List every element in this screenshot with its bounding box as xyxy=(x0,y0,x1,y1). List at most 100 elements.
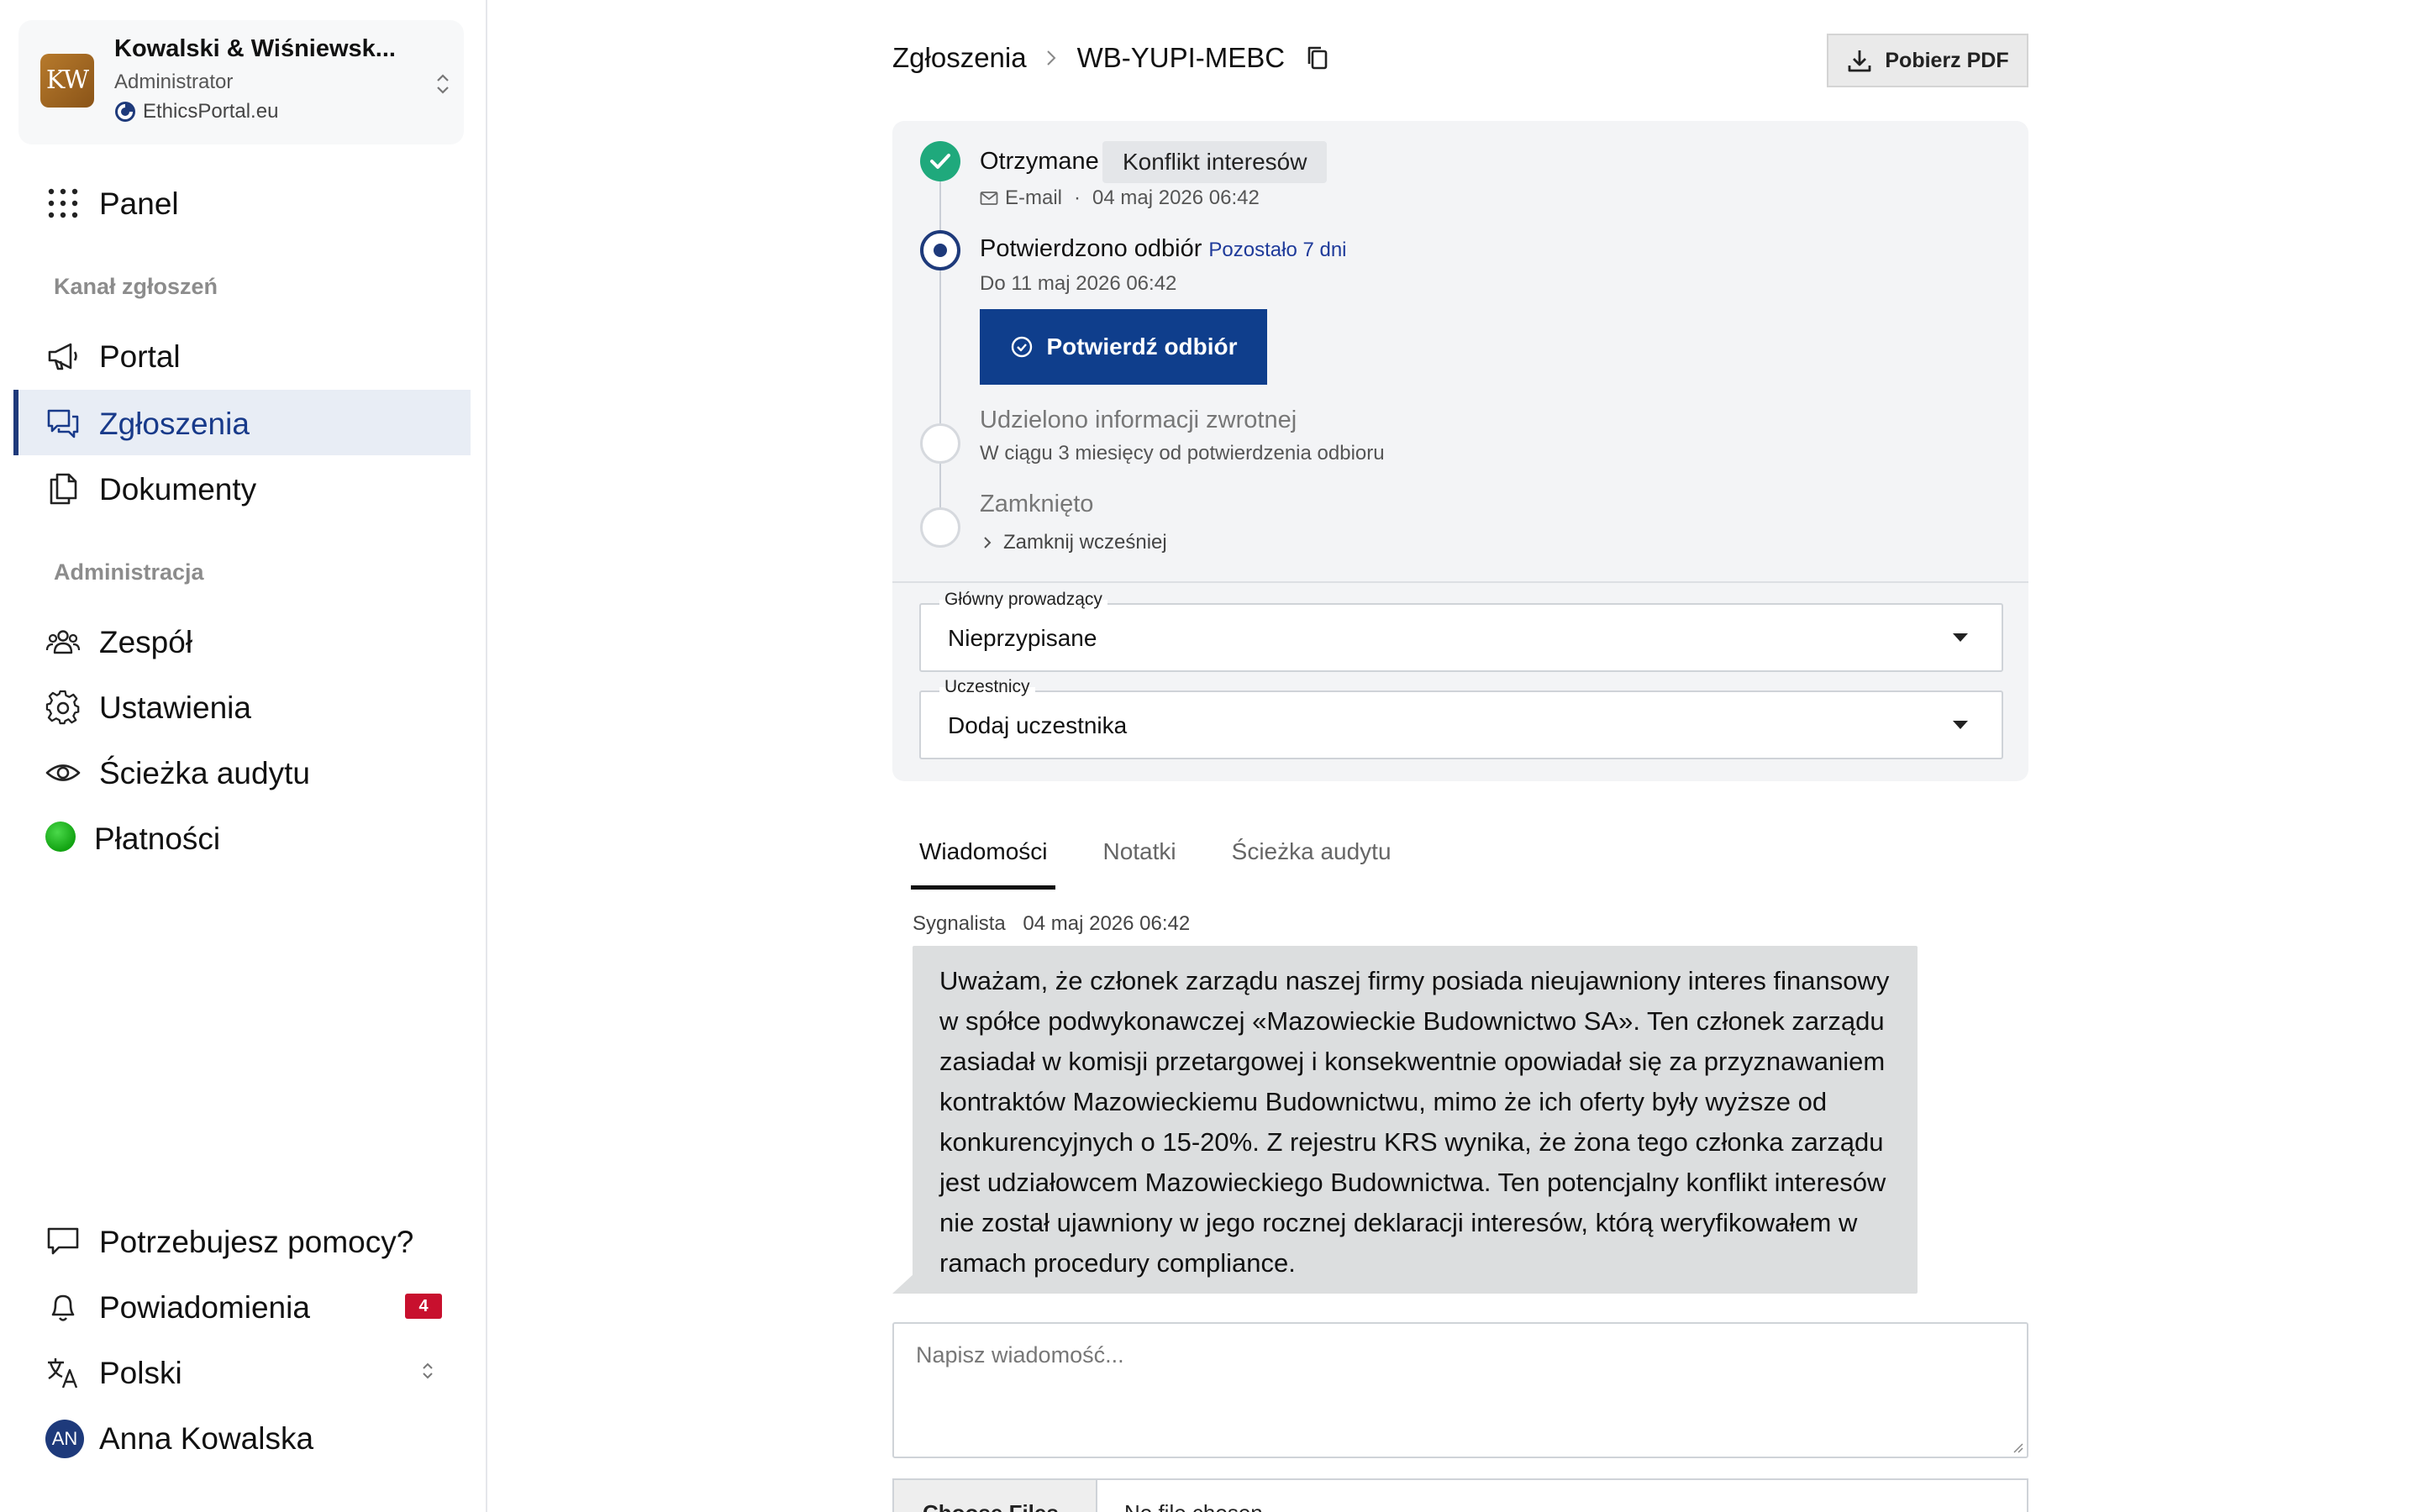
sidebar-item-label: Zespół xyxy=(99,625,193,659)
confirm-receipt-label: Potwierdź odbiór xyxy=(1046,333,1238,360)
step-pending-indicator xyxy=(920,423,960,464)
received-date: 04 maj 2026 06:42 xyxy=(1092,186,1260,209)
download-pdf-button[interactable]: Pobierz PDF xyxy=(1827,34,2028,87)
message-input[interactable]: Napisz wiadomość... xyxy=(892,1322,2028,1458)
sidebar-item-label: Portal xyxy=(99,339,181,374)
mail-icon xyxy=(980,192,998,205)
org-portal-name: EthicsPortal.eu xyxy=(143,100,279,123)
breadcrumb-root-link[interactable]: Zgłoszenia xyxy=(892,42,1027,74)
message-meta: Sygnalista 04 maj 2026 06:42 xyxy=(913,912,1190,936)
copy-icon[interactable] xyxy=(1303,44,1332,72)
documents-icon xyxy=(50,473,77,505)
org-switcher[interactable]: KW Kowalski & Wiśniewsk... Administrator… xyxy=(18,20,464,144)
step-feedback-title: Udzielono informacji zwrotnej xyxy=(980,407,1297,433)
step-confirmed-title-row: Potwierdzono odbiór Pozostało 7 dni xyxy=(980,235,1347,263)
tab-notes[interactable]: Notatki xyxy=(1094,823,1184,890)
portal-logo-icon xyxy=(115,102,135,122)
remaining-days: Pozostało 7 dni xyxy=(1208,239,1347,261)
eye-icon xyxy=(45,764,81,781)
lead-handler-label: Główny prowadzący xyxy=(939,590,1107,610)
sidebar-item-user[interactable]: AN Anna Kowalska xyxy=(13,1404,471,1470)
sidebar-item-label: Panel xyxy=(99,186,179,221)
team-icon xyxy=(45,630,81,654)
category-tag: Konflikt interesów xyxy=(1102,141,1328,183)
section-title-channel: Kanał zgłoszeń xyxy=(54,274,218,299)
sidebar-item-label: Ustawienia xyxy=(99,690,251,725)
org-portal: EthicsPortal.eu xyxy=(114,100,278,123)
section-title-admin: Administracja xyxy=(54,559,204,585)
sidebar-item-label: Powiadomienia xyxy=(99,1290,310,1325)
sidebar-item-team[interactable]: Zespół xyxy=(13,608,471,674)
participants-value: Dodaj uczestnika xyxy=(948,712,1128,738)
case-id: WB-YUPI-MEBC xyxy=(1076,42,1286,73)
translate-icon xyxy=(48,1358,78,1389)
file-status: No file chosen xyxy=(1124,1500,1263,1512)
timeline-connector xyxy=(939,464,941,507)
tab-audit[interactable]: Ścieżka audytu xyxy=(1223,823,1400,890)
step-confirmed-deadline: Do 11 maj 2026 06:42 xyxy=(980,272,1177,295)
check-circle-icon xyxy=(1012,336,1033,358)
message-bubble: Uważam, że członek zarządu naszej firmy … xyxy=(913,946,1918,1294)
participants-select[interactable]: Uczestnicy Dodaj uczestnika xyxy=(919,677,2003,759)
lead-handler-value: Nieprzypisane xyxy=(948,625,1097,651)
timeline-connector xyxy=(939,270,941,423)
lead-handler-select[interactable]: Główny prowadzący Nieprzypisane xyxy=(919,590,2003,672)
sidebar-item-reports[interactable]: Zgłoszenia xyxy=(13,390,471,455)
chevron-up-down-icon xyxy=(423,1362,433,1379)
sidebar-item-label: Polski xyxy=(99,1356,182,1390)
sidebar-item-settings[interactable]: Ustawienia xyxy=(13,674,471,739)
sidebar-item-notifications[interactable]: Powiadomienia 4 xyxy=(13,1273,471,1339)
sidebar-item-label: Dokumenty xyxy=(99,472,257,507)
chevron-right-icon xyxy=(1046,50,1056,66)
case-status-card: Otrzymane Konflikt interesów E-mail · 04… xyxy=(892,121,2028,781)
caret-down-icon xyxy=(1953,633,1968,642)
case-tabs: Wiadomości Notatki Ścieżka audytu xyxy=(911,823,1439,890)
chat-bubble-icon xyxy=(47,1227,79,1255)
close-early-toggle[interactable]: Zamknij wcześniej xyxy=(980,531,1167,554)
message-bubble-tail xyxy=(892,1273,914,1294)
sidebar: KW Kowalski & Wiśniewsk... Administrator… xyxy=(0,0,487,1512)
org-role: Administrator xyxy=(114,71,234,93)
org-logo: KW xyxy=(40,54,94,108)
megaphone-icon xyxy=(48,343,77,370)
breadcrumb: Zgłoszenia WB-YUPI-MEBC xyxy=(892,42,1332,74)
sidebar-item-documents[interactable]: Dokumenty xyxy=(13,455,471,521)
step-received-meta: E-mail · 04 maj 2026 06:42 xyxy=(980,186,1260,210)
sidebar-item-label: Płatności xyxy=(94,822,221,856)
avatar: AN xyxy=(45,1420,84,1458)
participants-label: Uczestnicy xyxy=(939,677,1035,697)
step-closed-title: Zamknięto xyxy=(980,491,1094,517)
message-author: Sygnalista xyxy=(913,912,1006,935)
sidebar-item-label: Anna Kowalska xyxy=(99,1421,314,1456)
notification-count-badge: 4 xyxy=(405,1294,442,1319)
gear-icon xyxy=(45,690,80,725)
status-dot-icon xyxy=(45,822,76,852)
chevron-up-down-icon[interactable] xyxy=(432,69,454,99)
timeline-connector xyxy=(939,181,941,230)
step-done-check-icon xyxy=(920,141,960,181)
meta-separator: · xyxy=(1074,186,1081,209)
org-name: Kowalski & Wiśniewsk... xyxy=(114,35,396,62)
sidebar-item-help[interactable]: Potrzebujesz pomocy? xyxy=(13,1208,471,1273)
sidebar-item-language[interactable]: Polski xyxy=(13,1339,471,1404)
sidebar-item-audit[interactable]: Ścieżka audytu xyxy=(13,739,471,805)
confirm-receipt-button[interactable]: Potwierdź odbiór xyxy=(980,309,1267,385)
grid-icon xyxy=(48,188,78,218)
step-received-title: Otrzymane xyxy=(980,148,1099,175)
step-current-indicator xyxy=(920,230,960,270)
sidebar-item-label: Ścieżka audytu xyxy=(99,756,310,790)
sidebar-item-panel[interactable]: Panel xyxy=(13,170,471,235)
resize-handle-icon[interactable] xyxy=(2010,1440,2023,1453)
tab-messages[interactable]: Wiadomości xyxy=(911,823,1056,890)
file-attachment: Choose Files No file chosen xyxy=(892,1478,2028,1512)
received-channel: E-mail xyxy=(1005,186,1063,209)
choose-files-button[interactable]: Choose Files xyxy=(894,1480,1097,1512)
sidebar-item-payments[interactable]: Płatności xyxy=(13,805,471,870)
sidebar-item-label: Potrzebujesz pomocy? xyxy=(99,1225,414,1259)
step-feedback-sub: W ciągu 3 miesięcy od potwierdzenia odbi… xyxy=(980,442,1385,465)
step-pending-indicator xyxy=(920,507,960,548)
sidebar-item-portal[interactable]: Portal xyxy=(13,323,471,388)
chevron-right-icon xyxy=(984,537,992,549)
close-early-label: Zamknij wcześniej xyxy=(1003,531,1167,554)
sidebar-item-label: Zgłoszenia xyxy=(99,407,250,441)
